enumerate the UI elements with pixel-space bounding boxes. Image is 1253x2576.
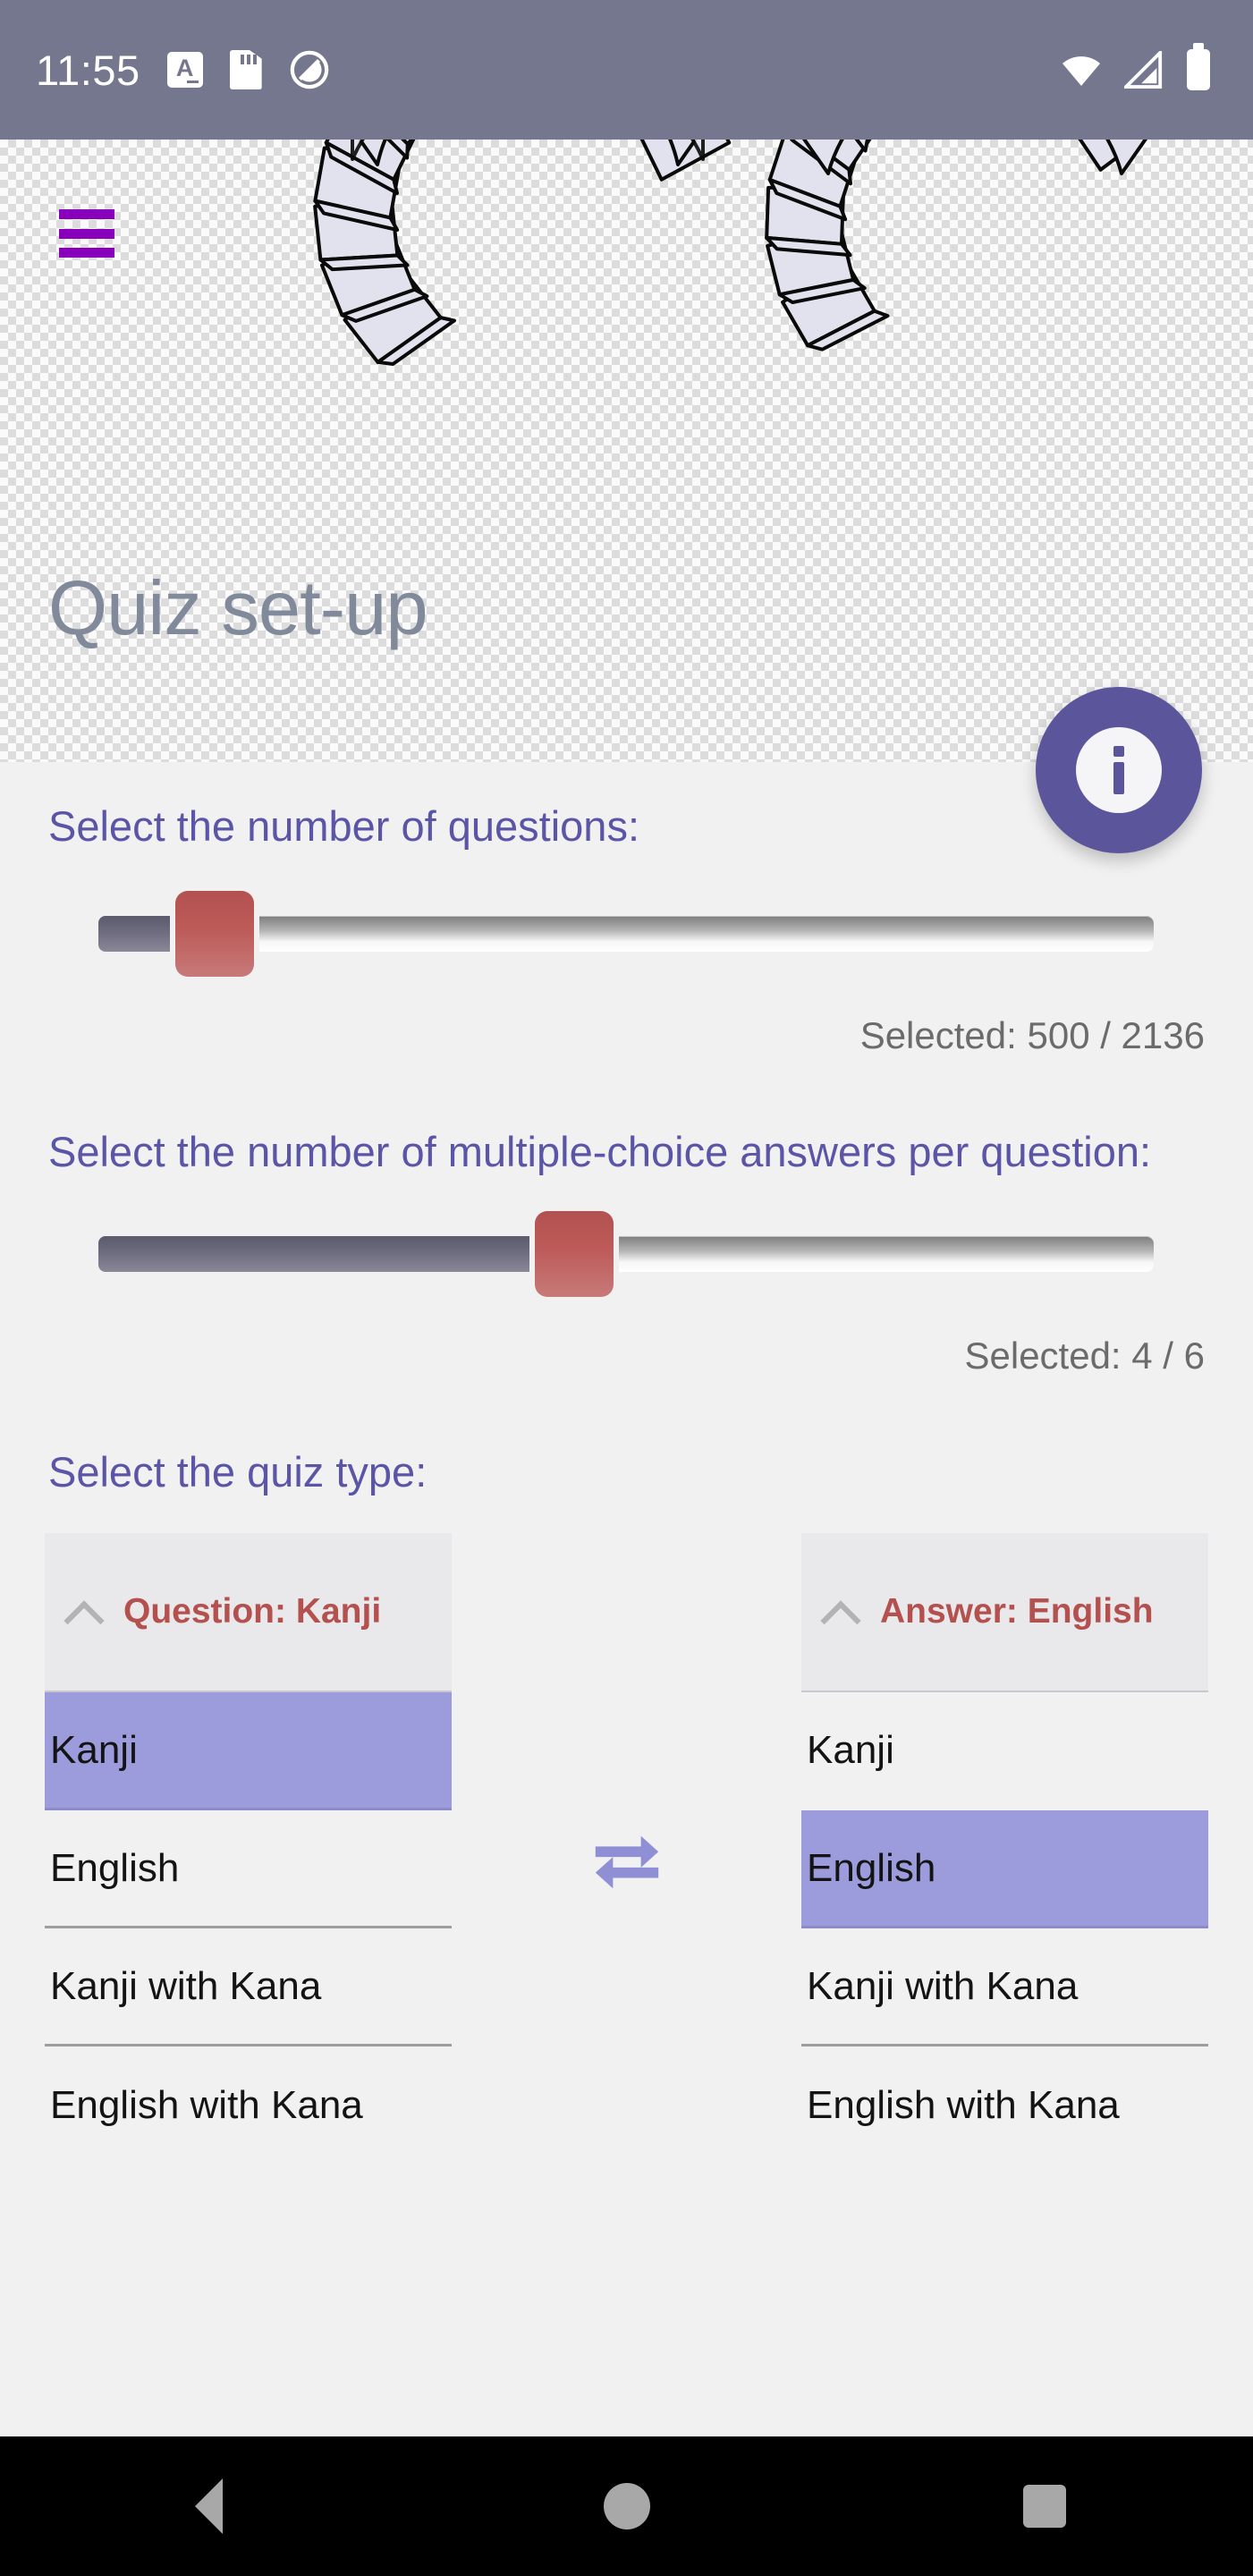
hamburger-bar-3: [59, 248, 114, 258]
option-label: Kanji with Kana: [50, 1963, 322, 2008]
option-label: English: [50, 1845, 180, 1890]
question-slider-thumb[interactable]: [175, 891, 254, 978]
answers-count-label: Select the number of multiple-choice ans…: [48, 1128, 1152, 1176]
status-bar: 11:55 A: [0, 0, 1253, 140]
info-icon: [1076, 727, 1162, 813]
list-item[interactable]: English with Kana: [801, 2046, 1208, 2165]
gear-teeth-illustration: [313, 140, 1163, 367]
recents-square-icon: [1022, 2485, 1066, 2528]
battery-icon: [1187, 49, 1210, 90]
answer-column-header-label: Answer: English: [880, 1592, 1154, 1631]
list-item[interactable]: Kanji with Kana: [45, 1928, 452, 2047]
list-item[interactable]: English: [45, 1810, 452, 1929]
quiz-type-columns: Question: Kanji Kanji English Kanji with…: [0, 1533, 1253, 2165]
main-content: Select the number of questions: Selected…: [0, 762, 1253, 2436]
answer-type-column: Answer: English Kanji English Kanji with…: [801, 1533, 1208, 2165]
question-column-header[interactable]: Question: Kanji: [45, 1533, 452, 1693]
info-icon-stem: [1113, 762, 1124, 794]
answer-slider-thumb[interactable]: [535, 1211, 614, 1298]
list-item[interactable]: Kanji with Kana: [801, 1928, 1208, 2047]
list-item[interactable]: English with Kana: [45, 2046, 452, 2165]
status-bar-left: 11:55 A: [36, 46, 330, 95]
sd-pin-3: [252, 55, 257, 64]
quiz-type-label: Select the quiz type:: [48, 1448, 428, 1496]
option-label: English with Kana: [807, 2083, 1120, 2128]
question-column-header-label: Question: Kanji: [123, 1592, 382, 1631]
android-navigation-bar: [0, 2436, 1253, 2576]
spellcheck-a-icon: A: [166, 52, 203, 88]
recents-button[interactable]: [960, 2436, 1130, 2576]
question-count-slider[interactable]: [98, 891, 1155, 978]
answer-column-header[interactable]: Answer: English: [801, 1533, 1208, 1693]
question-type-column: Question: Kanji Kanji English Kanji with…: [45, 1533, 452, 2165]
list-item[interactable]: Kanji: [801, 1692, 1208, 1810]
info-button[interactable]: [1036, 687, 1202, 853]
hamburger-bar-1: [59, 209, 114, 219]
page-title: Quiz set-up: [48, 566, 428, 651]
sd-pin-2: [246, 55, 250, 64]
home-button[interactable]: [542, 2436, 712, 2576]
hamburger-menu-button[interactable]: [59, 209, 114, 258]
questions-selected-text: Selected: 500 / 2136: [859, 1014, 1205, 1057]
list-item[interactable]: English: [801, 1810, 1208, 1929]
cellular-signal-icon: [1124, 51, 1163, 89]
chevron-up-icon[interactable]: [819, 1591, 860, 1632]
wifi-icon: [1063, 56, 1100, 86]
info-icon-dot: [1113, 746, 1124, 757]
back-button[interactable]: [124, 2436, 294, 2576]
hamburger-bar-2: [59, 228, 114, 239]
option-label: Kanji with Kana: [807, 1963, 1079, 2008]
clock: 11:55: [36, 46, 140, 94]
chevron-up-icon[interactable]: [63, 1591, 104, 1632]
answer-slider-fill: [98, 1236, 574, 1273]
do-not-disturb-icon: [290, 50, 328, 89]
answer-option-list: Kanji English Kanji with Kana English wi…: [801, 1692, 1208, 2165]
home-circle-icon: [603, 2483, 650, 2529]
app-root: 11:55 A Quiz set-up Select the number of…: [0, 0, 1253, 2576]
hero-banner: [0, 140, 1253, 762]
option-label: Kanji: [807, 1727, 894, 1772]
sd-pin-1: [240, 55, 244, 64]
back-triangle-icon: [195, 2479, 223, 2534]
status-bar-right: [1060, 49, 1221, 90]
swap-horizontal-icon[interactable]: [588, 1828, 665, 1893]
option-label: English with Kana: [50, 2083, 363, 2128]
option-label: English: [807, 1845, 936, 1890]
question-option-list: Kanji English Kanji with Kana English wi…: [45, 1692, 452, 2165]
option-label: Kanji: [50, 1727, 138, 1772]
list-item[interactable]: Kanji: [45, 1692, 452, 1811]
spellcheck-a-glyph: A: [175, 55, 194, 81]
question-slider-track[interactable]: [98, 916, 1154, 953]
sd-card-icon: [229, 50, 262, 89]
answers-selected-text: Selected: 4 / 6: [964, 1335, 1205, 1377]
answer-count-slider[interactable]: [98, 1211, 1155, 1298]
